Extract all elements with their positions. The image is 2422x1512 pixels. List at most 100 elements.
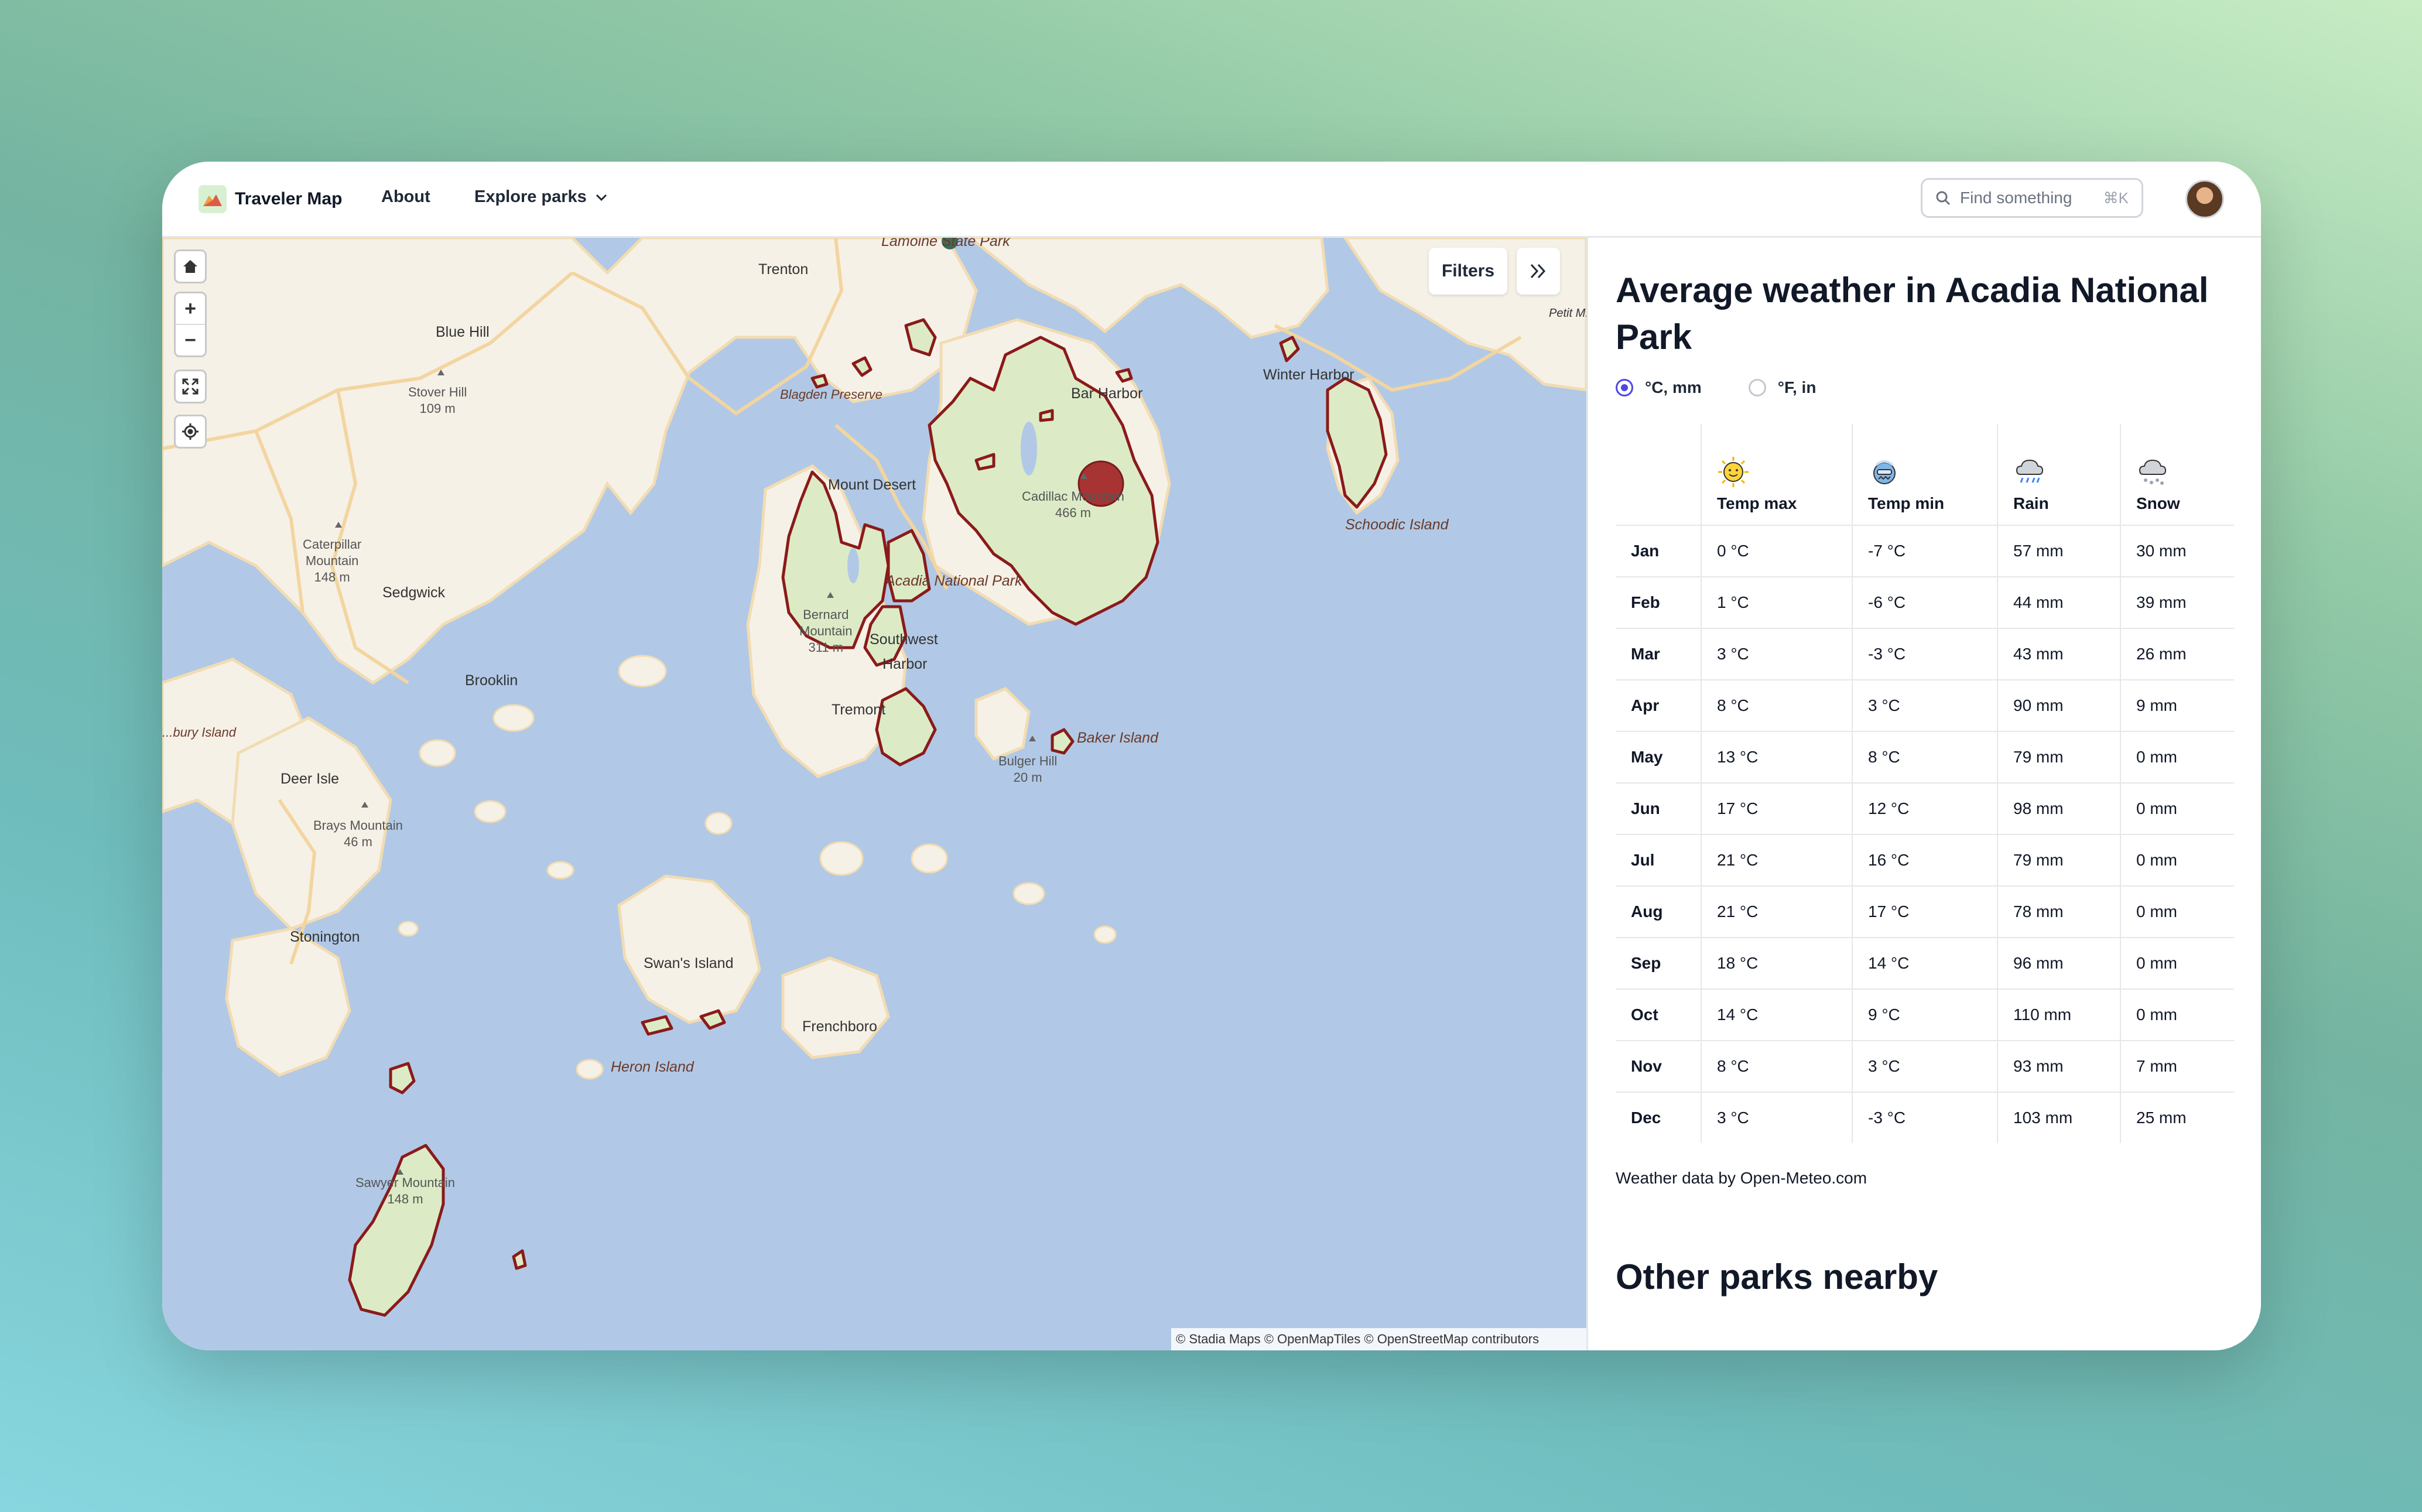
rain-cell: 98 mm [1997, 782, 2121, 835]
rain-cell: 103 mm [1997, 1092, 2121, 1143]
temp-min-cell: 3 °C [1852, 679, 1998, 732]
table-row: Oct 14 °C 9 °C 110 mm 0 mm [1616, 988, 2234, 1041]
home-icon [183, 260, 197, 273]
rain-cloud-icon [2016, 459, 2044, 483]
nav-explore-parks[interactable]: Explore parks [474, 187, 608, 207]
snow-cell: 7 mm [2120, 1040, 2234, 1093]
temp-max-cell: 1 °C [1701, 576, 1853, 629]
map-label-brays: Brays Mountain 46 m [313, 818, 403, 849]
cold-face-icon [1873, 460, 1896, 484]
map-label-cadillac: Cadillac Mountain 466 m [1022, 489, 1124, 520]
temp-max-cell: 8 °C [1701, 679, 1853, 732]
radio-metric[interactable] [1616, 379, 1633, 396]
map-label-baker: Baker Island [1077, 730, 1158, 746]
map-label-winter-harbor: Winter Harbor [1263, 367, 1354, 383]
home-button[interactable] [176, 251, 205, 282]
header-rain-label: Rain [2013, 494, 2049, 512]
top-navbar: Traveler Map About Explore parks Find so… [162, 162, 2261, 238]
month-cell: Mar [1616, 628, 1702, 680]
map-label-bernard: Bernard Mountain 311 m [799, 607, 853, 655]
temp-max-cell: 18 °C [1701, 937, 1853, 990]
map-view[interactable]: Lamoine State Park Trenton Blue Hill Sto… [162, 238, 1586, 1350]
table-row: May 13 °C 8 °C 79 mm 0 mm [1616, 731, 2234, 784]
rain-cell: 44 mm [1997, 576, 2121, 629]
user-avatar[interactable] [2185, 180, 2224, 218]
table-row: Apr 8 °C 3 °C 90 mm 9 mm [1616, 679, 2234, 732]
temp-max-cell: 21 °C [1701, 834, 1853, 887]
search-placeholder: Find something [1960, 189, 2072, 207]
map-label-tremont: Tremont [832, 702, 886, 718]
map-label-heron: Heron Island [611, 1059, 694, 1075]
temp-min-cell: -7 °C [1852, 525, 1998, 577]
temp-max-cell: 14 °C [1701, 988, 1853, 1041]
weather-panel: Average weather in Acadia National Park … [1586, 238, 2261, 1350]
unit-option-imperial[interactable]: °F, in [1748, 378, 1816, 397]
expand-panel-button[interactable] [1517, 248, 1560, 295]
unit-option-metric[interactable]: °C, mm [1616, 378, 1702, 397]
temp-min-cell: -3 °C [1852, 1092, 1998, 1143]
temp-min-cell: 8 °C [1852, 731, 1998, 784]
locate-icon [182, 423, 199, 440]
rain-cell: 110 mm [1997, 988, 2121, 1041]
temp-min-cell: 3 °C [1852, 1040, 1998, 1093]
map-attribution[interactable]: © Stadia Maps © OpenMapTiles © OpenStree… [1171, 1328, 1586, 1350]
table-row: Aug 21 °C 17 °C 78 mm 0 mm [1616, 885, 2234, 938]
table-row: Jul 21 °C 16 °C 79 mm 0 mm [1616, 834, 2234, 887]
map-label-caterpillar: Caterpillar Mountain 148 m [303, 537, 362, 584]
temp-max-cell: 8 °C [1701, 1040, 1853, 1093]
locate-control [174, 415, 207, 449]
zoom-in-button[interactable]: + [176, 293, 205, 325]
fullscreen-button[interactable] [176, 371, 205, 402]
map-label-mount-desert: Mount Desert [828, 477, 916, 493]
snow-cell: 0 mm [2120, 937, 2234, 990]
map-label-stonington: Stonington [290, 929, 360, 945]
rain-cell: 43 mm [1997, 628, 2121, 680]
nav-explore-label: Explore parks [474, 187, 587, 206]
temp-min-cell: 17 °C [1852, 885, 1998, 938]
snow-cell: 0 mm [2120, 731, 2234, 784]
map-label-schoodic: Schoodic Island [1345, 516, 1449, 533]
sun-icon [1718, 457, 1749, 487]
temp-min-cell: -3 °C [1852, 628, 1998, 680]
search-shortcut: ⌘K [2103, 189, 2129, 207]
map-label-stover-hill: Stover Hill 109 m [408, 385, 467, 416]
header-month [1616, 424, 1702, 526]
table-row: Jun 17 °C 12 °C 98 mm 0 mm [1616, 782, 2234, 835]
map-label-frenchboro: Frenchboro [802, 1018, 877, 1035]
map-label-bar-harbor: Bar Harbor [1071, 385, 1143, 402]
filters-button[interactable]: Filters [1429, 248, 1507, 295]
nav-about-link[interactable]: About [381, 187, 430, 207]
temp-max-cell: 0 °C [1701, 525, 1853, 577]
temp-max-cell: 17 °C [1701, 782, 1853, 835]
search-box[interactable]: Find something ⌘K [1921, 178, 2143, 218]
month-cell: Feb [1616, 576, 1702, 629]
weather-source[interactable]: Weather data by Open-Meteo.com [1616, 1169, 1867, 1188]
snow-cloud-icon [2139, 459, 2167, 485]
rain-cell: 90 mm [1997, 679, 2121, 732]
header-rain: Rain [1997, 424, 2121, 526]
unit-metric-label: °C, mm [1645, 378, 1702, 396]
fullscreen-icon [182, 378, 199, 395]
rain-cell: 96 mm [1997, 937, 2121, 990]
header-temp-min: Temp min [1852, 424, 1998, 526]
map-label-sawyer: Sawyer Mountain 148 m [355, 1175, 455, 1206]
snow-cell: 39 mm [2120, 576, 2234, 629]
zoom-out-button[interactable]: − [176, 325, 205, 355]
rain-cell: 57 mm [1997, 525, 2121, 577]
locate-button[interactable] [176, 416, 205, 447]
header-snow-label: Snow [2136, 494, 2180, 512]
weather-table-body: Jan 0 °C -7 °C 57 mm 30 mm Feb 1 °C -6 °C 44 mm 3… [1616, 525, 2234, 1143]
map-label-acadia: Acadia National Park [885, 573, 1022, 589]
month-cell: Sep [1616, 937, 1702, 990]
header-temp-max: Temp max [1701, 424, 1853, 526]
snow-cell: 25 mm [2120, 1092, 2234, 1143]
rain-cell: 93 mm [1997, 1040, 2121, 1093]
temp-min-cell: 12 °C [1852, 782, 1998, 835]
brand-link[interactable]: Traveler Map [199, 184, 342, 214]
map-label-swans: Swan's Island [644, 955, 734, 971]
weather-table: Temp max Temp min Rain Snow Jan 0 °C -7 … [1616, 424, 2234, 1143]
map-label-deer-isle: Deer Isle [280, 771, 340, 787]
radio-imperial[interactable] [1748, 379, 1766, 396]
snow-cell: 0 mm [2120, 988, 2234, 1041]
brand-logo-icon [199, 185, 227, 213]
